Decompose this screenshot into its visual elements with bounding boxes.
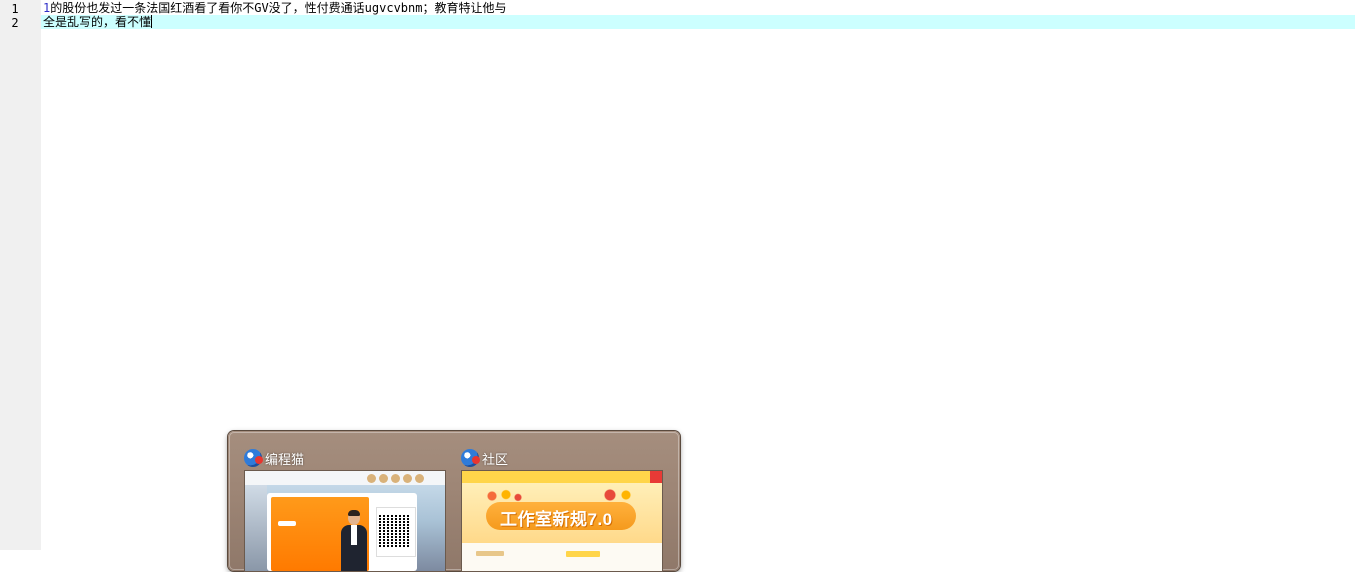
window-title: 社区 [482, 451, 509, 467]
editor-line-2-current[interactable]: 全是乱写的，看不懂 [41, 15, 1355, 29]
window-preview-header: 编程猫 [244, 448, 304, 468]
thumbnail-promo-button [278, 521, 296, 526]
editor-line-1[interactable]: 1的股份也发过一条法国红酒看了看你不GV没了，性付费通话ugvcvbnm；教育特… [43, 1, 506, 15]
qr-code-icon [379, 515, 411, 547]
thumbnail-toolbar-icons [367, 474, 442, 483]
decoration-icon [484, 489, 524, 503]
codemao-app-icon [244, 449, 263, 467]
thumbnail-topbar-button [650, 471, 662, 483]
line-number-gutter [0, 0, 41, 550]
window-preview-header: 社区 [461, 448, 508, 468]
thumbnail-sidebar [245, 485, 267, 571]
window-thumbnail[interactable] [244, 470, 446, 572]
line-number-2: 2 [11, 16, 19, 30]
text-caret [151, 15, 153, 28]
window-title: 编程猫 [265, 451, 305, 467]
codemao-app-icon [461, 449, 480, 467]
window-thumbnail[interactable]: 工作室新规7.0 [461, 470, 663, 572]
thumbnail-content-row [566, 551, 600, 557]
decoration-icon [598, 487, 638, 503]
line-number-1: 1 [11, 2, 19, 16]
thumbnail-banner-text: 工作室新规7.0 [500, 510, 613, 529]
thumbnail-person-image [339, 509, 369, 571]
window-switcher-popup: 编程猫 社区 工作室新规7.0 [228, 431, 680, 572]
thumbnail-content [462, 543, 662, 571]
line-text: 的股份也发过一条法国红酒看了看你不GV没了，性付费通话ugvcvbnm；教育特让… [50, 1, 507, 15]
thumbnail-topbar [462, 471, 662, 483]
line-text: 全是乱写的，看不懂 [43, 15, 152, 29]
thumbnail-content-row [476, 551, 504, 556]
